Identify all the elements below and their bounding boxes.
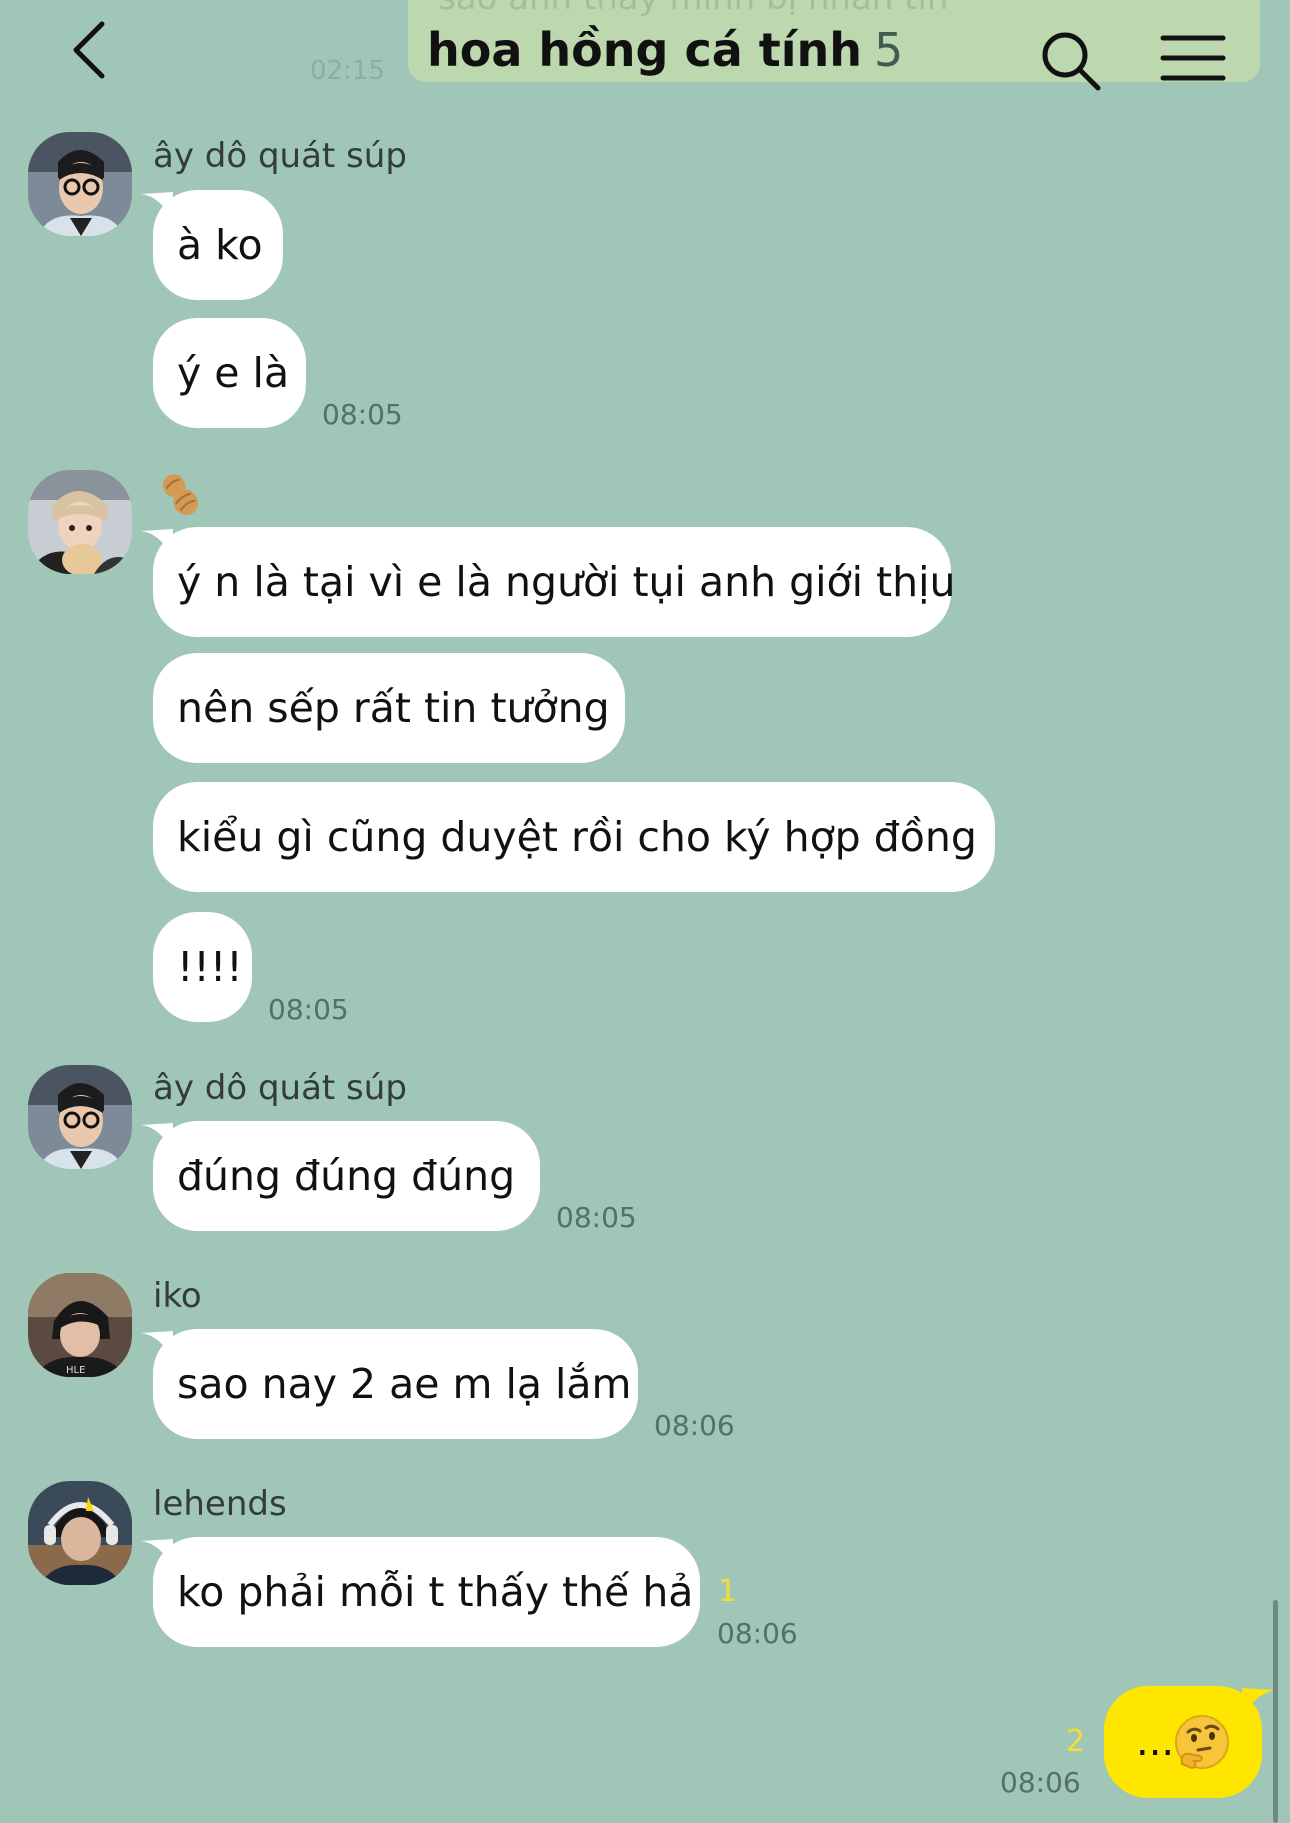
previous-message-text: sao anh thấy mình bị nhắn tin <box>438 0 948 22</box>
chevron-left-icon <box>73 21 105 79</box>
my-unread-count: 2 <box>1066 1724 1086 1759</box>
member-count: 5 <box>874 23 904 77</box>
message-bubble[interactable]: kiểu gì cũng duyệt rồi cho ký hợp đồng <box>153 782 995 892</box>
thinking-face-icon <box>1175 1715 1229 1770</box>
hamburger-menu-icon <box>1160 35 1226 81</box>
message-time: 08:05 <box>268 993 349 1026</box>
message-bubble[interactable]: nên sếp rất tin tưởng <box>153 653 625 763</box>
sender-name: ây dô quát súp <box>153 1068 407 1108</box>
back-button[interactable] <box>62 20 118 80</box>
avatar-photo: HLE <box>28 1273 132 1377</box>
avatar[interactable] <box>28 1065 132 1169</box>
search-icon <box>1042 32 1101 91</box>
avatar-photo <box>28 1481 132 1585</box>
avatar[interactable] <box>28 1481 132 1585</box>
scrollbar[interactable] <box>1273 1600 1278 1823</box>
sender-name: ây dô quát súp <box>153 136 407 176</box>
message-bubble[interactable]: ý e là <box>153 318 306 428</box>
unread-count: 1 <box>718 1574 738 1609</box>
previous-message-time: 02:15 <box>310 56 385 86</box>
message-bubble[interactable]: à ko <box>153 190 283 300</box>
svg-text:HLE: HLE <box>66 1365 85 1376</box>
message-bubble[interactable]: sao nay 2 ae m lạ lắm <box>153 1329 638 1439</box>
message-time: 08:06 <box>717 1617 798 1650</box>
sender-name: lehends <box>153 1484 287 1524</box>
message-time: 08:05 <box>556 1201 637 1234</box>
message-time: 08:05 <box>322 398 403 431</box>
search-button[interactable] <box>1040 30 1102 92</box>
avatar-photo <box>28 132 132 236</box>
message-bubble[interactable]: !!!! <box>153 912 252 1022</box>
my-message-time: 08:06 <box>1000 1766 1081 1799</box>
message-bubble[interactable]: đúng đúng đúng <box>153 1121 540 1231</box>
chat-header: sao anh thấy mình bị nhắn tin 02:15 hoa … <box>0 0 1290 110</box>
message-bubble[interactable]: ko phải mỗi t thấy thế hả <box>153 1537 700 1647</box>
avatar[interactable]: HLE <box>28 1273 132 1377</box>
message-time: 08:06 <box>654 1409 735 1442</box>
chat-title: hoa hồng cá tính 5 <box>427 22 903 78</box>
menu-button[interactable] <box>1160 30 1226 86</box>
avatar-photo <box>28 470 132 574</box>
avatar[interactable] <box>28 470 132 574</box>
avatar-photo <box>28 1065 132 1169</box>
avatar[interactable] <box>28 132 132 236</box>
chat-title-text: hoa hồng cá tính <box>427 23 863 77</box>
my-message-text: ... <box>1136 1719 1175 1765</box>
sender-name: iko <box>153 1276 202 1316</box>
peanut-icon <box>162 474 199 515</box>
sender-name: 🥜 <box>153 470 154 471</box>
my-message-bubble[interactable]: ... <box>1104 1686 1262 1798</box>
message-bubble[interactable]: ý n là tại vì e là người tụi anh giới th… <box>153 527 955 637</box>
